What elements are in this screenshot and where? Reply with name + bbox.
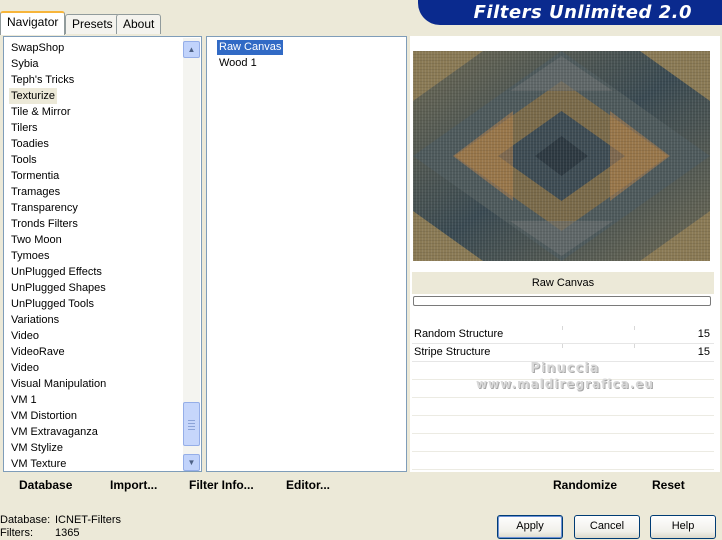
chevron-down-icon: ▼: [187, 458, 196, 467]
empty-param-row: [412, 398, 714, 416]
filter-item[interactable]: Wood 1: [217, 56, 259, 71]
empty-param-row: [412, 416, 714, 434]
category-item[interactable]: VM 1: [9, 392, 39, 408]
category-item[interactable]: SwapShop: [9, 40, 66, 56]
empty-param-row: [412, 434, 714, 452]
category-item[interactable]: Video: [9, 360, 41, 376]
database-link[interactable]: Database: [19, 478, 72, 492]
category-item[interactable]: Sybia: [9, 56, 41, 72]
category-item[interactable]: Video: [9, 328, 41, 344]
filter-info-link[interactable]: Filter Info...: [189, 478, 254, 492]
import-link[interactable]: Import...: [110, 478, 157, 492]
param-label: Random Structure: [414, 328, 504, 340]
help-button[interactable]: Help: [650, 515, 716, 539]
tab-bar: Navigator Presets About: [0, 0, 420, 35]
scroll-thumb[interactable]: [183, 402, 200, 446]
parameter-list: Random Structure 15 Stripe Structure 15: [412, 326, 714, 470]
title-banner: Filters Unlimited 2.0: [418, 0, 722, 25]
scroll-up-button[interactable]: ▲: [183, 41, 200, 58]
reset-link[interactable]: Reset: [652, 478, 685, 492]
category-item[interactable]: UnPlugged Shapes: [9, 280, 108, 296]
category-item[interactable]: Two Moon: [9, 232, 64, 248]
filter-name-caption: Raw Canvas: [412, 272, 714, 294]
tab-about[interactable]: About: [116, 14, 162, 34]
category-item[interactable]: Tormentia: [9, 168, 61, 184]
category-item[interactable]: Tramages: [9, 184, 62, 200]
progress-bar: [413, 296, 711, 306]
category-item[interactable]: Tymoes: [9, 248, 52, 264]
category-item[interactable]: VM Extravaganza: [9, 424, 100, 440]
tab-presets[interactable]: Presets: [65, 14, 120, 34]
apply-button[interactable]: Apply: [497, 515, 563, 539]
scroll-down-button[interactable]: ▼: [183, 454, 200, 471]
category-item[interactable]: VM Texture: [9, 456, 68, 472]
category-item[interactable]: VM Stylize: [9, 440, 65, 456]
category-item[interactable]: UnPlugged Tools: [9, 296, 96, 312]
preview-panel: Raw Canvas Random Structure 15 Stripe St…: [410, 36, 720, 472]
category-item[interactable]: Transparency: [9, 200, 80, 216]
category-item[interactable]: Tools: [9, 152, 39, 168]
cancel-button[interactable]: Cancel: [574, 515, 640, 539]
category-item[interactable]: Toadies: [9, 136, 51, 152]
category-item[interactable]: Visual Manipulation: [9, 376, 108, 392]
tab-navigator[interactable]: Navigator: [0, 11, 66, 35]
filter-list[interactable]: Raw Canvas Wood 1: [206, 36, 407, 472]
category-list[interactable]: SwapShop Sybia Teph's Tricks Texturize Tile …: [3, 36, 202, 472]
category-item[interactable]: Tronds Filters: [9, 216, 80, 232]
category-item[interactable]: UnPlugged Effects: [9, 264, 104, 280]
database-value: ICNET-Filters: [55, 514, 121, 526]
database-label: Database:: [0, 514, 51, 526]
param-value: 15: [697, 328, 710, 340]
empty-param-row: [412, 380, 714, 398]
filter-item[interactable]: Raw Canvas: [217, 40, 284, 55]
category-scrollbar[interactable]: ▲ ▼: [183, 38, 200, 471]
filters-count: 1365: [55, 527, 80, 539]
empty-param-row: [412, 362, 714, 380]
param-label: Stripe Structure: [414, 346, 491, 358]
category-item[interactable]: Tilers: [9, 120, 39, 136]
category-item[interactable]: Teph's Tricks: [9, 72, 76, 88]
app-title: Filters Unlimited 2.0: [473, 2, 692, 23]
action-link-bar: Database Import... Filter Info... Editor…: [0, 474, 722, 498]
empty-param-row: [412, 452, 714, 470]
param-stripe-structure[interactable]: Stripe Structure 15: [412, 344, 714, 362]
category-item[interactable]: VM Distortion: [9, 408, 79, 424]
param-random-structure[interactable]: Random Structure 15: [412, 326, 714, 344]
category-item[interactable]: Tile & Mirror: [9, 104, 72, 120]
param-value: 15: [697, 346, 710, 358]
randomize-link[interactable]: Randomize: [553, 478, 617, 492]
preview-image: [413, 51, 710, 261]
editor-link[interactable]: Editor...: [286, 478, 330, 492]
category-item[interactable]: Texturize: [9, 88, 58, 104]
chevron-up-icon: ▲: [187, 45, 196, 54]
category-item[interactable]: VideoRave: [9, 344, 67, 360]
category-item[interactable]: Variations: [9, 312, 61, 328]
status-info: Database: ICNET-Filters Filters: 1365: [0, 514, 121, 540]
filters-label: Filters:: [0, 527, 33, 539]
